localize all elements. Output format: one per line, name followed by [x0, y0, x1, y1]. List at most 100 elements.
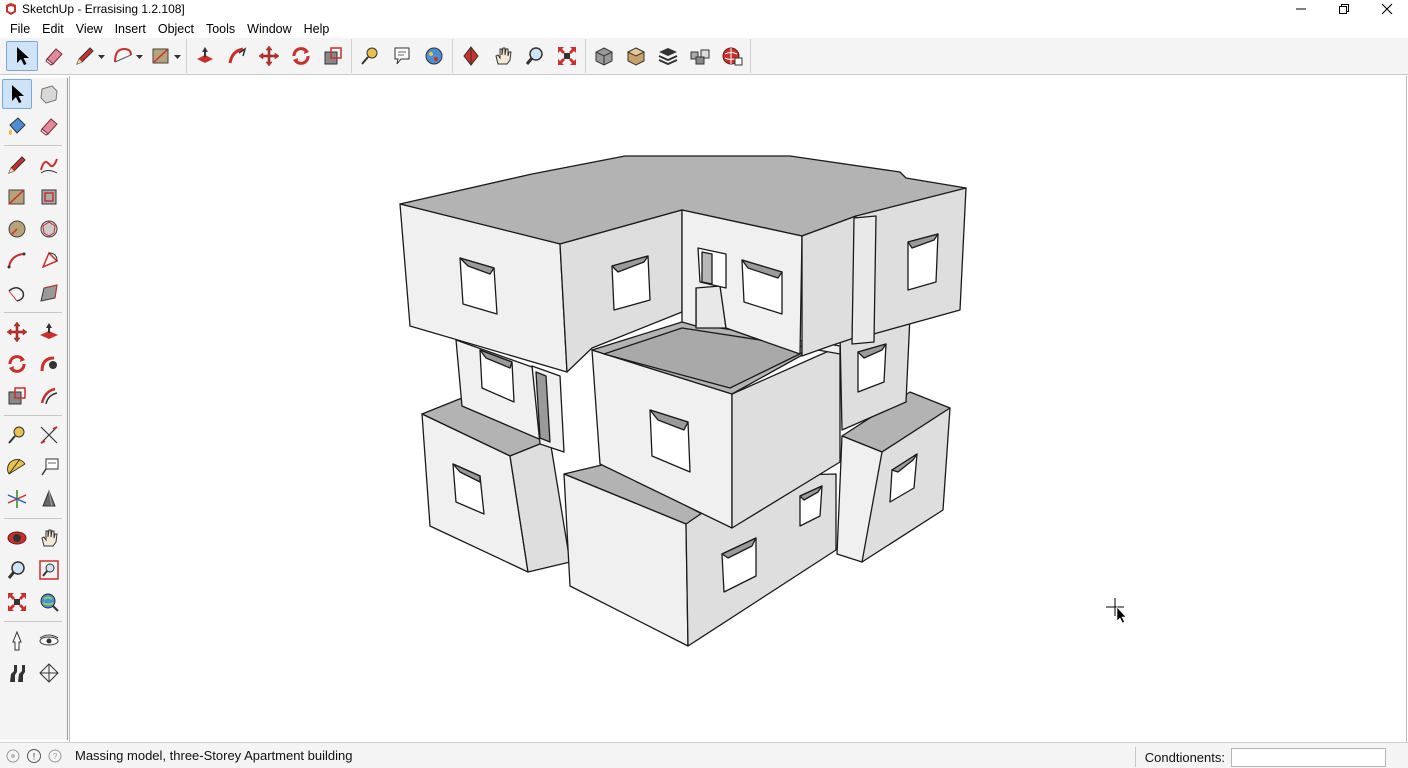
- left-position-camera-button[interactable]: [2, 626, 32, 656]
- left-toolbar-row: [0, 213, 67, 245]
- left-text-button[interactable]: [34, 452, 64, 482]
- toolbar-group-edit: [187, 39, 352, 73]
- restore-icon: [1338, 4, 1349, 14]
- toolbar-text-button[interactable]: [386, 41, 418, 71]
- drawing-viewport[interactable]: [69, 76, 1407, 742]
- menu-window[interactable]: Window: [241, 22, 297, 36]
- move-icon: [258, 45, 280, 67]
- close-button[interactable]: [1365, 0, 1408, 18]
- toolbar-push-pull-button[interactable]: [189, 41, 221, 71]
- left-toolbar-row: [0, 586, 67, 618]
- left-two-point-arc-button[interactable]: [2, 278, 32, 308]
- left-dimension-button[interactable]: [34, 420, 64, 450]
- toolbar-arc-button[interactable]: [108, 41, 146, 71]
- left-toolbar-row: [0, 380, 67, 412]
- left-pie-button[interactable]: [34, 246, 64, 276]
- menu-help[interactable]: Help: [298, 22, 336, 36]
- toolbar-orbit-button[interactable]: [455, 41, 487, 71]
- cursor-crosshair-icon: [1106, 598, 1127, 624]
- toolbar-select-button[interactable]: [6, 41, 38, 71]
- menu-file[interactable]: File: [4, 22, 36, 36]
- menu-edit[interactable]: Edit: [36, 22, 70, 36]
- left-zoom-window-button[interactable]: [34, 555, 64, 585]
- toolbar-pan-button[interactable]: [487, 41, 519, 71]
- menu-tools[interactable]: Tools: [200, 22, 241, 36]
- status-message: Massing model, three-Storey Apartment bu…: [75, 748, 353, 763]
- left-toolbar-row: [0, 78, 67, 110]
- credits-status[interactable]: !: [26, 748, 42, 764]
- main-toolbar: [0, 38, 1408, 75]
- left-section-plane-button[interactable]: [34, 484, 64, 514]
- minimize-button[interactable]: [1279, 0, 1322, 18]
- menu-object[interactable]: Object: [152, 22, 200, 36]
- left-offset-button[interactable]: [34, 381, 64, 411]
- left-push-pull-button[interactable]: [34, 317, 64, 347]
- toolbar-iso-view-button[interactable]: [588, 41, 620, 71]
- left-walk-button[interactable]: [2, 658, 32, 688]
- left-rotated-rectangle-button[interactable]: [34, 182, 64, 212]
- toolbar-rotate-button[interactable]: [285, 41, 317, 71]
- left-freehand-button[interactable]: [34, 150, 64, 180]
- left-rectangle-button[interactable]: [2, 182, 32, 212]
- left-component-button[interactable]: [34, 79, 64, 109]
- geo-location-status[interactable]: [5, 748, 21, 764]
- left-previous-view-button[interactable]: [34, 587, 64, 617]
- toolbar-follow-me-button[interactable]: [221, 41, 253, 71]
- left-follow-me-button[interactable]: [34, 349, 64, 379]
- toolbar-zoom-extents-button[interactable]: [551, 41, 583, 71]
- left-eraser-button[interactable]: [34, 111, 64, 141]
- toolbar-paint-bucket-button[interactable]: [418, 41, 450, 71]
- toolbar-warehouse-button[interactable]: [716, 41, 748, 71]
- left-toolbar-divider: [4, 312, 62, 313]
- left-zoom-button[interactable]: [2, 555, 32, 585]
- iso-view-icon: [595, 47, 613, 66]
- toolbar-top-view-button[interactable]: [620, 41, 652, 71]
- left-look-around-button[interactable]: [34, 626, 64, 656]
- left-protractor-button[interactable]: [2, 452, 32, 482]
- toolbar-components-button[interactable]: [684, 41, 716, 71]
- toolbar-layers-button[interactable]: [652, 41, 684, 71]
- left-arc-button[interactable]: [2, 246, 32, 276]
- left-move-button[interactable]: [2, 317, 32, 347]
- help-status[interactable]: ?: [47, 748, 63, 764]
- toolbar-eraser-button[interactable]: [38, 41, 70, 71]
- left-paint-bucket-button[interactable]: [2, 111, 32, 141]
- left-rotate-button[interactable]: [2, 349, 32, 379]
- left-sandbox-button[interactable]: [34, 658, 64, 688]
- measurements-label: Condtionents:: [1144, 749, 1225, 765]
- dimension-icon: [40, 426, 58, 444]
- left-toolbar-row: [0, 625, 67, 657]
- toolbar-zoom-button[interactable]: [519, 41, 551, 71]
- layers-icon: [658, 48, 678, 66]
- push-pull-icon: [197, 47, 213, 63]
- svg-text:?: ?: [53, 752, 58, 761]
- left-zoom-extents-button[interactable]: [2, 587, 32, 617]
- menu-insert[interactable]: Insert: [109, 22, 152, 36]
- restore-button[interactable]: [1322, 0, 1365, 18]
- components-icon: [690, 49, 710, 65]
- help-icon: ?: [48, 749, 62, 762]
- left-tape-measure-button[interactable]: [2, 420, 32, 450]
- toolbar-tape-measure-button[interactable]: [354, 41, 386, 71]
- menu-view[interactable]: View: [70, 22, 109, 36]
- toolbar-group-views: [586, 39, 751, 73]
- section-plane-icon: [42, 489, 56, 507]
- polygon-icon: [40, 220, 58, 238]
- arc-icon: [113, 47, 132, 63]
- two-point-arc-icon: [8, 287, 25, 302]
- left-pencil-button[interactable]: [2, 150, 32, 180]
- left-pan-button[interactable]: [34, 523, 64, 553]
- left-offset-plane-button[interactable]: [34, 278, 64, 308]
- left-scale-button[interactable]: [2, 381, 32, 411]
- left-polygon-button[interactable]: [34, 214, 64, 244]
- left-toolbar-row: [0, 483, 67, 515]
- left-orbit-button[interactable]: [2, 523, 32, 553]
- toolbar-rectangle-button[interactable]: [146, 41, 184, 71]
- measurements-input[interactable]: [1231, 747, 1386, 767]
- toolbar-pencil-button[interactable]: [70, 41, 108, 71]
- left-axes-button[interactable]: [2, 484, 32, 514]
- left-select-button[interactable]: [2, 79, 32, 109]
- left-circle-button[interactable]: [2, 214, 32, 244]
- toolbar-move-button[interactable]: [253, 41, 285, 71]
- toolbar-scale-button[interactable]: [317, 41, 349, 71]
